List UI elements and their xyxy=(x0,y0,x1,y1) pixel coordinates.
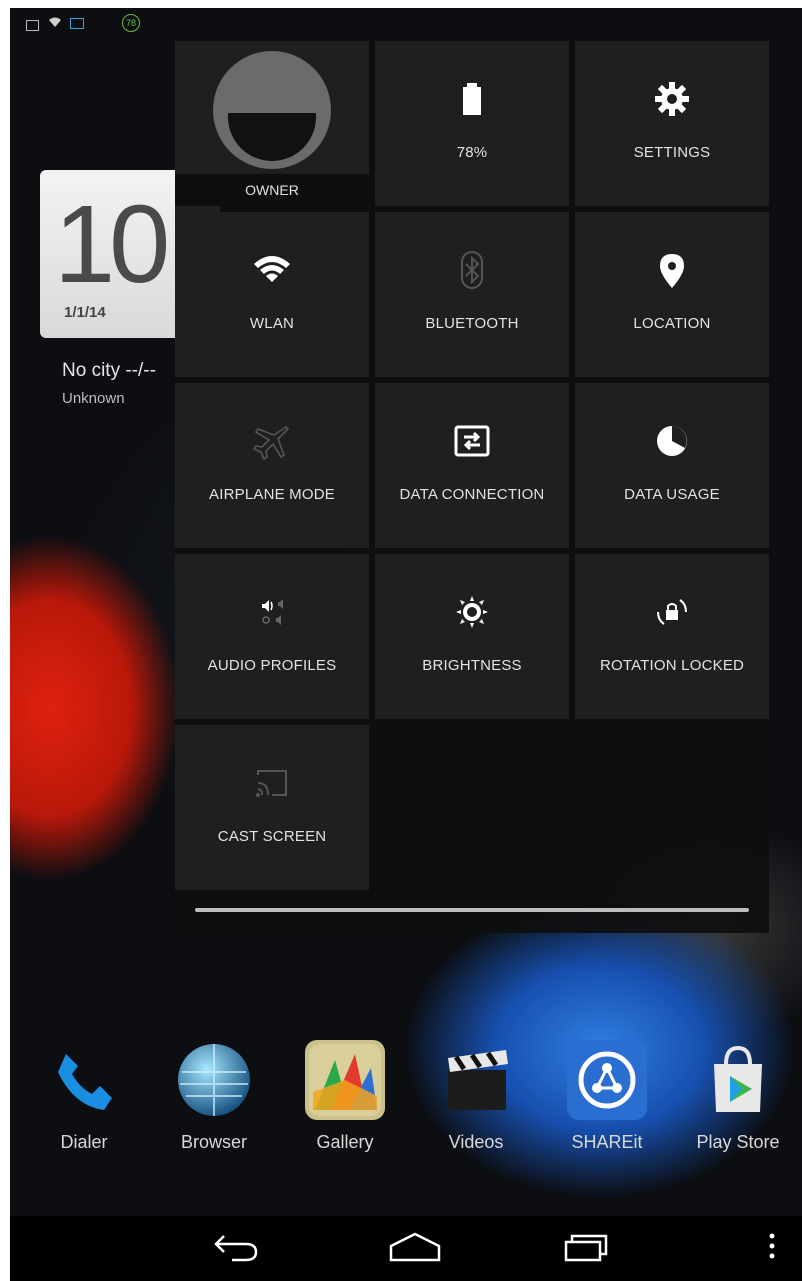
navigation-bar xyxy=(10,1216,802,1281)
back-icon[interactable] xyxy=(206,1226,266,1266)
weather-condition: Unknown xyxy=(62,390,125,407)
home-icon[interactable] xyxy=(385,1226,445,1266)
app-videos[interactable]: Videos xyxy=(426,1040,526,1153)
app-play-store[interactable]: Play Store xyxy=(688,1040,788,1153)
tile-audio-profiles[interactable]: AUDIO PROFILES xyxy=(175,554,369,719)
audio-profiles-icon xyxy=(252,592,292,632)
globe-icon xyxy=(174,1040,254,1120)
app-label: Play Store xyxy=(696,1132,780,1152)
tile-label: BLUETOOTH xyxy=(425,315,519,332)
tile-label: SETTINGS xyxy=(633,144,711,161)
tile-label: AUDIO PROFILES xyxy=(207,657,337,674)
data-usage-icon xyxy=(652,421,692,461)
share-icon xyxy=(567,1040,647,1120)
tile-brightness[interactable]: BRIGHTNESS xyxy=(375,554,569,719)
app-label: Gallery xyxy=(316,1132,374,1152)
app-label: Videos xyxy=(448,1132,504,1152)
tile-label: AIRPLANE MODE xyxy=(209,486,335,503)
tile-airplane-mode[interactable]: AIRPLANE MODE xyxy=(175,383,369,548)
data-connection-icon xyxy=(452,421,492,461)
tile-bluetooth[interactable]: BLUETOOTH xyxy=(375,212,569,377)
cast-screen-icon xyxy=(252,763,292,803)
bluetooth-icon xyxy=(452,250,492,290)
app-shareit[interactable]: SHAREit xyxy=(557,1040,657,1153)
rotation-lock-icon xyxy=(652,592,692,632)
tile-cast-screen[interactable]: CAST SCREEN xyxy=(175,725,369,890)
wifi-icon xyxy=(252,250,292,290)
tile-location[interactable]: LOCATION xyxy=(575,212,769,377)
tile-data-usage[interactable]: DATA USAGE xyxy=(575,383,769,548)
airplane-icon xyxy=(252,421,292,461)
gallery-notification-icon xyxy=(26,20,39,31)
tile-label: LOCATION xyxy=(633,315,711,332)
clock-time: 10 xyxy=(54,183,170,306)
app-label: Browser xyxy=(180,1132,247,1152)
tile-wlan[interactable]: WLAN xyxy=(175,212,369,377)
book-notification-icon xyxy=(70,18,84,29)
tile-label: OWNER xyxy=(175,174,369,206)
tile-owner[interactable]: OWNER xyxy=(175,41,369,206)
app-dock: Dialer Browser Gallery Videos SHAREit Pl… xyxy=(10,1040,802,1170)
tile-label: ROTATION LOCKED xyxy=(599,657,745,674)
recents-icon[interactable] xyxy=(558,1226,618,1266)
app-label: SHAREit xyxy=(571,1132,643,1152)
brightness-icon xyxy=(452,592,492,632)
battery-icon xyxy=(452,79,492,119)
weather-city: No city --/-- xyxy=(62,360,156,381)
location-pin-icon xyxy=(652,250,692,290)
tile-rotation-locked[interactable]: ROTATION LOCKED xyxy=(575,554,769,719)
phone-icon xyxy=(44,1040,124,1120)
gallery-icon xyxy=(305,1040,385,1120)
tile-label: DATA USAGE xyxy=(624,486,720,503)
app-dialer[interactable]: Dialer xyxy=(34,1040,134,1153)
tile-label: WLAN xyxy=(249,315,295,332)
tile-label: BRIGHTNESS xyxy=(422,657,522,674)
screen: 78 10 1/1/14 No city --/-- Unknown Diale… xyxy=(10,8,802,1281)
panel-drag-handle[interactable] xyxy=(195,908,749,912)
app-browser[interactable]: Browser xyxy=(164,1040,264,1153)
status-bar: 78 xyxy=(10,8,802,40)
app-label: Dialer xyxy=(60,1132,108,1152)
gear-icon xyxy=(652,79,692,119)
clapperboard-icon xyxy=(436,1040,516,1120)
tile-battery[interactable]: 78% xyxy=(375,41,569,206)
tile-data-connection[interactable]: DATA CONNECTION xyxy=(375,383,569,548)
menu-icon[interactable] xyxy=(752,1226,792,1266)
tile-label: DATA CONNECTION xyxy=(399,486,545,503)
clock-date: 1/1/14 xyxy=(64,304,106,321)
tile-settings[interactable]: SETTINGS xyxy=(575,41,769,206)
tile-label: 78% xyxy=(456,144,488,161)
play-store-icon xyxy=(698,1040,778,1120)
wifi-notification-icon xyxy=(48,15,62,29)
tile-label: CAST SCREEN xyxy=(217,828,327,845)
app-gallery[interactable]: Gallery xyxy=(295,1040,395,1153)
quick-settings-panel: OWNER 78% SETTINGS WLAN BLUETOOTH LOCATI… xyxy=(175,41,769,933)
battery-badge: 78 xyxy=(122,14,140,32)
avatar-icon xyxy=(213,51,331,169)
